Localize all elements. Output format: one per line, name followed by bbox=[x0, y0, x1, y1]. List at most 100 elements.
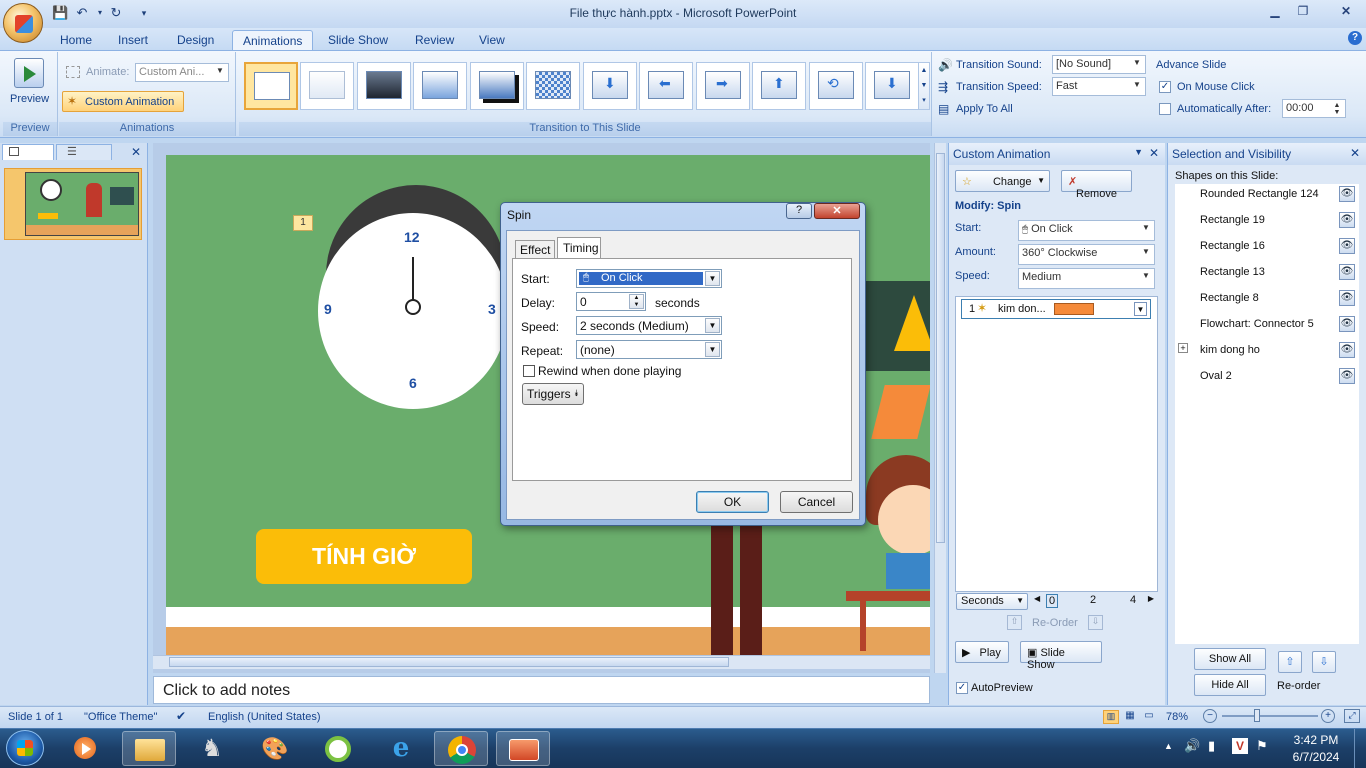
eye-icon[interactable]: 👁 bbox=[1339, 264, 1355, 280]
autopreview-checkbox[interactable]: ✓ bbox=[956, 682, 968, 694]
tab-timing[interactable]: Timing bbox=[557, 237, 601, 259]
move-up-icon[interactable]: ⇧ bbox=[1278, 651, 1302, 673]
slide-thumbnail[interactable] bbox=[4, 168, 142, 240]
fit-to-window-icon[interactable]: ⤢ bbox=[1344, 709, 1360, 723]
shape-row-kim-dong-ho[interactable]: + kim dong ho 👁 bbox=[1175, 341, 1359, 361]
custom-animation-button[interactable]: ✶ Custom Animation bbox=[62, 91, 184, 112]
animation-list-item[interactable]: 1 ✶ kim don... ▼ bbox=[961, 299, 1151, 319]
auto-after-checkbox[interactable] bbox=[1159, 103, 1171, 115]
reorder-down-icon[interactable]: ⇩ bbox=[1088, 615, 1103, 630]
zoom-out-icon[interactable]: − bbox=[1203, 709, 1217, 723]
transition-push-thumbnail[interactable]: ⬇ bbox=[865, 62, 919, 110]
clock-time[interactable]: 3:42 PM bbox=[1286, 733, 1346, 747]
explorer-taskbar-icon[interactable] bbox=[122, 731, 176, 766]
zoom-slider[interactable] bbox=[1222, 715, 1318, 717]
theme-name[interactable]: "Office Theme" bbox=[84, 711, 157, 723]
transition-wipe-up-thumbnail[interactable]: ⬆ bbox=[752, 62, 806, 110]
start-button[interactable] bbox=[6, 730, 44, 766]
tab-home[interactable]: Home bbox=[50, 30, 102, 50]
transition-gallery-scroll[interactable]: ▲ ▼ ▾ bbox=[918, 62, 930, 110]
animation-item-dropdown-icon[interactable]: ▼ bbox=[1134, 302, 1147, 316]
chrome-taskbar-icon[interactable] bbox=[434, 731, 488, 766]
reorder-up-icon[interactable]: ⇧ bbox=[1007, 615, 1022, 630]
preview-button[interactable]: Preview bbox=[10, 93, 49, 105]
expand-icon[interactable]: + bbox=[1178, 343, 1188, 353]
office-button[interactable] bbox=[3, 3, 43, 43]
clock-date[interactable]: 6/7/2024 bbox=[1286, 750, 1346, 764]
eye-icon[interactable]: 👁 bbox=[1339, 342, 1355, 358]
tab-slide-show[interactable]: Slide Show bbox=[318, 30, 398, 50]
seconds-dropdown[interactable]: Seconds ▼ bbox=[956, 593, 1028, 610]
clock-center-shape[interactable] bbox=[405, 299, 421, 315]
timeline-left-icon[interactable]: ◀ bbox=[1034, 594, 1040, 603]
eye-icon[interactable]: 👁 bbox=[1339, 186, 1355, 202]
show-desktop-button[interactable] bbox=[1354, 729, 1366, 768]
slide-show-button[interactable]: ▣ Slide Show bbox=[1020, 641, 1102, 671]
eye-icon[interactable]: 👁 bbox=[1339, 290, 1355, 306]
paint-taskbar-icon[interactable]: 🎨 bbox=[248, 731, 302, 766]
ie-taskbar-icon[interactable]: e bbox=[374, 731, 428, 766]
notes-pane[interactable]: Click to add notes bbox=[153, 676, 930, 704]
shape-row-oval-2[interactable]: Oval 2 👁 bbox=[1175, 367, 1359, 387]
close-icon[interactable]: ✕ bbox=[1328, 2, 1364, 20]
custom-animation-close-icon[interactable]: ✕ bbox=[1149, 146, 1159, 160]
animation-order-marker[interactable]: 1 bbox=[293, 215, 313, 231]
spell-check-icon[interactable]: ✔ bbox=[176, 709, 186, 723]
start-dropdown[interactable]: On Click 🖱 ▼ bbox=[576, 269, 722, 288]
network-icon[interactable]: ▮ bbox=[1208, 738, 1215, 754]
slides-tab[interactable] bbox=[2, 144, 54, 160]
minimize-icon[interactable]: ▁ bbox=[1262, 2, 1288, 20]
slide-sorter-icon[interactable]: ▦ bbox=[1122, 710, 1138, 724]
help-icon[interactable]: ? bbox=[1348, 31, 1362, 45]
outline-tab[interactable]: ☰ bbox=[56, 144, 112, 160]
transition-wipe-right-thumbnail[interactable]: ➡ bbox=[696, 62, 750, 110]
transition-none-thumbnail[interactable] bbox=[244, 62, 298, 110]
shape-row-rectangle-8[interactable]: Rectangle 8 👁 bbox=[1175, 289, 1359, 309]
tab-view[interactable]: View bbox=[469, 30, 515, 50]
language-label[interactable]: English (United States) bbox=[208, 711, 321, 723]
on-mouse-click-checkbox[interactable]: ✓ bbox=[1159, 81, 1171, 93]
apply-to-all-button[interactable]: Apply To All bbox=[956, 103, 1013, 115]
tab-design[interactable]: Design bbox=[167, 30, 224, 50]
shape-row-flowchart-connector-5[interactable]: Flowchart: Connector 5 👁 bbox=[1175, 315, 1359, 335]
tray-expand-icon[interactable]: ▲ bbox=[1164, 741, 1173, 751]
transition-sound-dropdown[interactable]: [No Sound] ▼ bbox=[1052, 55, 1146, 74]
ca-start-dropdown[interactable]: 🖱 On Click ▼ bbox=[1018, 220, 1155, 241]
zoom-level[interactable]: 78% bbox=[1166, 711, 1188, 723]
clock-hand-shape[interactable] bbox=[412, 257, 414, 303]
cancel-button[interactable]: Cancel bbox=[780, 491, 853, 513]
close-pane-icon[interactable]: ✕ bbox=[131, 145, 141, 159]
show-all-button[interactable]: Show All bbox=[1194, 648, 1266, 670]
shape-row-rectangle-19[interactable]: Rectangle 19 👁 bbox=[1175, 211, 1359, 231]
rewind-checkbox[interactable] bbox=[523, 365, 535, 377]
eye-icon[interactable]: 👁 bbox=[1339, 212, 1355, 228]
scroll-thumb[interactable] bbox=[936, 153, 945, 543]
transition-fade-black-thumbnail[interactable] bbox=[357, 62, 411, 110]
antivirus-icon[interactable]: V bbox=[1232, 738, 1248, 754]
hide-all-button[interactable]: Hide All bbox=[1194, 674, 1266, 696]
transition-speed-dropdown[interactable]: Fast ▼ bbox=[1052, 77, 1146, 96]
shape-row-rectangle-13[interactable]: Rectangle 13 👁 bbox=[1175, 263, 1359, 283]
action-center-icon[interactable]: ⚑ bbox=[1256, 738, 1268, 754]
powerpoint-taskbar-icon[interactable] bbox=[496, 731, 550, 766]
transition-fade-thumbnail[interactable] bbox=[300, 62, 354, 110]
tab-animations[interactable]: Animations bbox=[232, 30, 314, 50]
move-down-icon[interactable]: ⇩ bbox=[1312, 651, 1336, 673]
selection-pane-close-icon[interactable]: ✕ bbox=[1350, 146, 1360, 160]
transition-cut-thumbnail[interactable] bbox=[413, 62, 467, 110]
zoom-slider-thumb[interactable] bbox=[1254, 709, 1260, 722]
eye-icon[interactable]: 👁 bbox=[1339, 316, 1355, 332]
pane-menu-chevron-icon[interactable]: ▼ bbox=[1134, 147, 1143, 157]
amount-dropdown[interactable]: 360° Clockwise ▼ bbox=[1018, 244, 1155, 265]
animate-dropdown[interactable]: Custom Ani... ▼ bbox=[135, 63, 229, 82]
shape-row-rounded-rectangle-124[interactable]: Rounded Rectangle 124 👁 bbox=[1175, 185, 1359, 205]
dialog-close-icon[interactable]: ✕ bbox=[814, 203, 860, 219]
media-player-taskbar-icon[interactable] bbox=[58, 731, 112, 766]
timeline-right-icon[interactable]: ▶ bbox=[1148, 594, 1154, 603]
repeat-dropdown[interactable]: (none) ▼ bbox=[576, 340, 722, 359]
transition-wipe-down-thumbnail[interactable]: ⬇ bbox=[583, 62, 637, 110]
dialog-help-icon[interactable]: ? bbox=[786, 203, 812, 219]
transition-wipe-left-thumbnail[interactable]: ⬅ bbox=[639, 62, 693, 110]
tab-effect[interactable]: Effect bbox=[515, 240, 555, 259]
eye-icon[interactable]: 👁 bbox=[1339, 368, 1355, 384]
